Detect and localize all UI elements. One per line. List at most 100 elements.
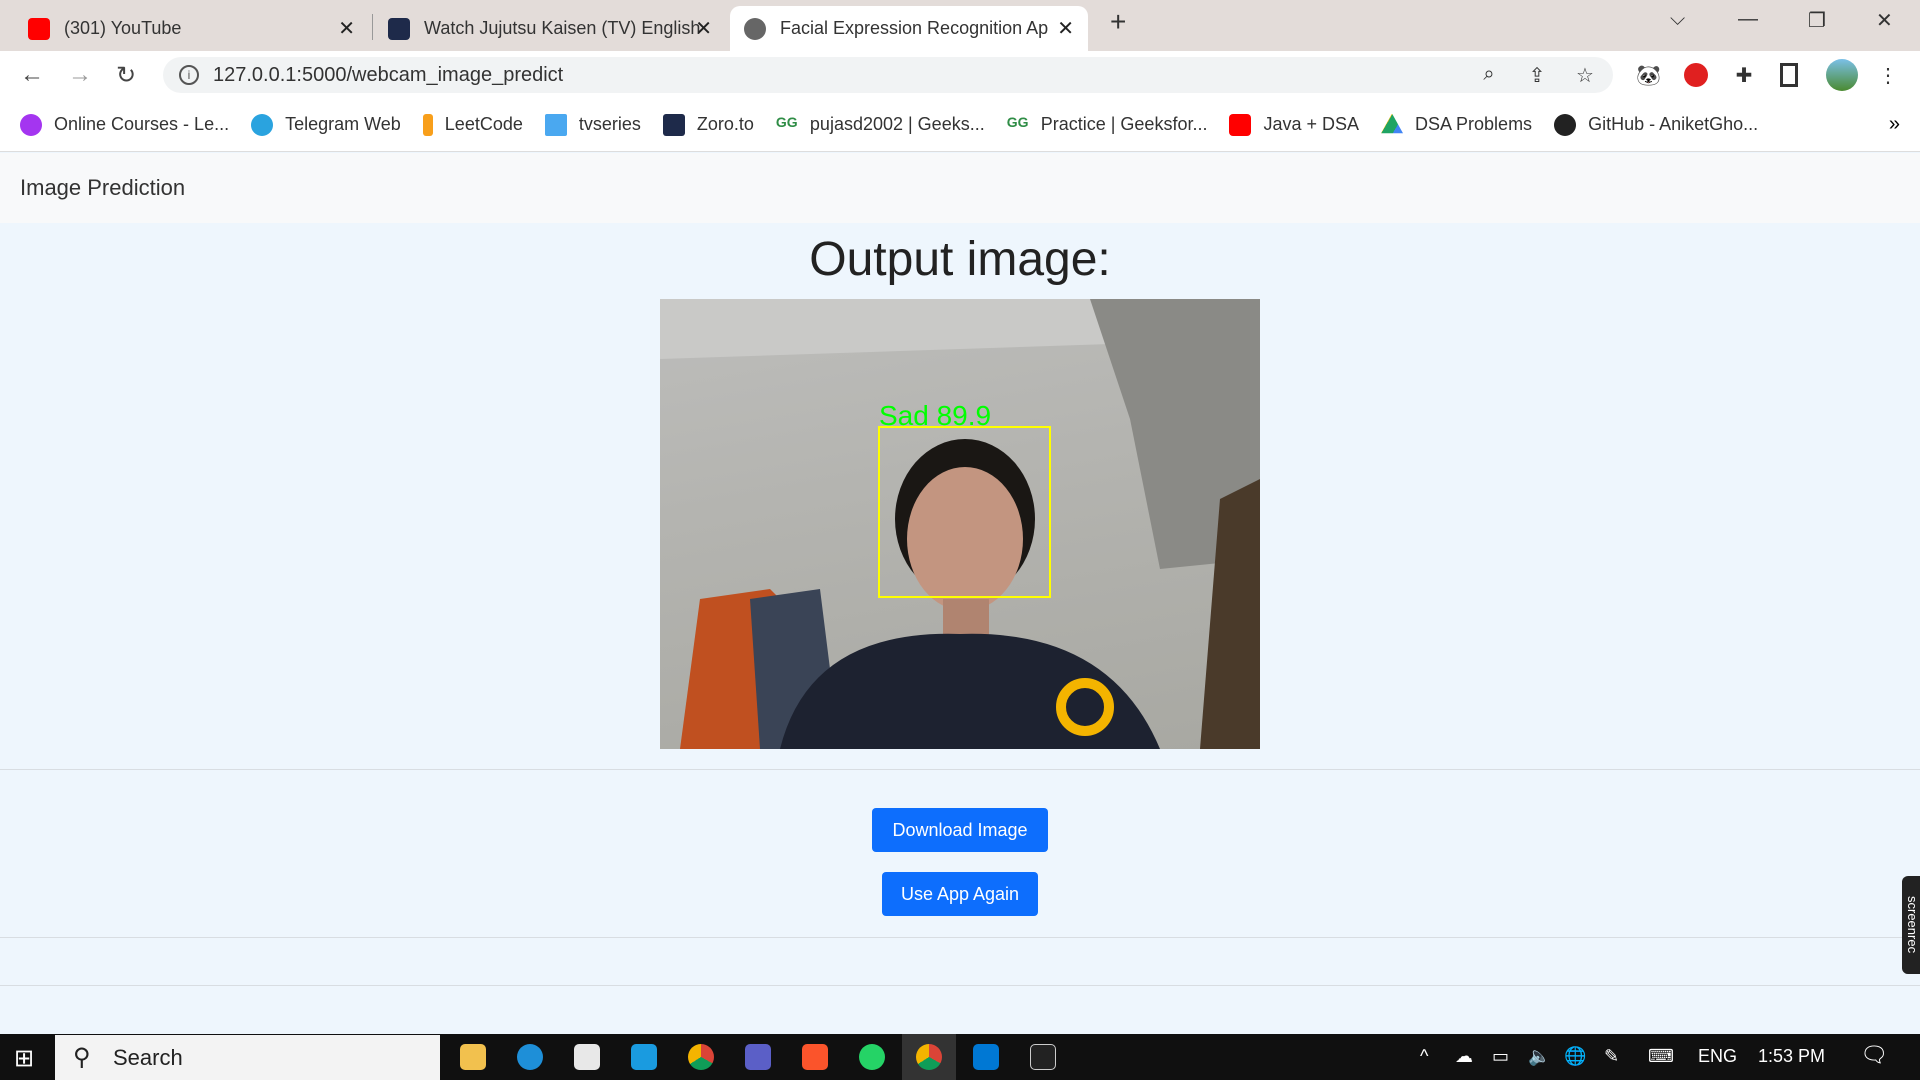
tab-title: (301) YouTube — [64, 18, 182, 38]
zoro-icon — [662, 113, 685, 136]
close-tab-icon[interactable]: ✕ — [695, 16, 712, 41]
address-bar[interactable]: i 127.0.0.1:5000/webcam_image_predict ⌕ … — [163, 57, 1613, 93]
profile-avatar[interactable] — [1826, 59, 1858, 91]
onedrive-icon[interactable]: ☁ — [1455, 1046, 1473, 1067]
github-icon — [1554, 113, 1577, 136]
prediction-label: Sad 89.9 — [879, 400, 991, 431]
menu-icon[interactable]: ⋮ — [1876, 63, 1900, 87]
reload-icon[interactable]: ↻ — [116, 61, 136, 90]
clock[interactable]: 1:53 PM — [1758, 1046, 1825, 1067]
mail-icon[interactable] — [631, 1044, 657, 1070]
tab-facial-expression[interactable]: Facial Expression Recognition Ap ✕ — [730, 6, 1088, 51]
zoro-icon — [388, 17, 410, 40]
divider — [0, 937, 1920, 938]
volume-icon[interactable]: 🔈 — [1528, 1046, 1550, 1067]
taskbar-search[interactable]: ⚲ Search — [55, 1035, 440, 1080]
bookmark[interactable]: GG pujasd2002 | Geeks... — [776, 114, 985, 136]
bookmark-label: pujasd2002 | Geeks... — [809, 114, 985, 134]
bookmark-label: Telegram Web — [285, 114, 401, 134]
new-tab-button[interactable]: + — [1110, 6, 1126, 38]
toolbar: ← → ↻ i 127.0.0.1:5000/webcam_image_pred… — [0, 51, 1920, 98]
bookmarks-bar: Online Courses - Le... Telegram Web Leet… — [0, 98, 1920, 152]
page-title: Output image: — [809, 233, 1111, 286]
leetcode-icon — [422, 113, 433, 136]
bookmark-label: GitHub - AniketGho... — [1588, 114, 1759, 134]
network-icon[interactable]: 🌐 — [1564, 1046, 1586, 1067]
url-text[interactable]: 127.0.0.1:5000/webcam_image_predict — [213, 64, 563, 87]
close-tab-icon[interactable]: ✕ — [1057, 16, 1074, 41]
tab-title: Watch Jujutsu Kaisen (TV) English — [424, 18, 701, 38]
youtube-icon — [28, 17, 50, 40]
edge-icon[interactable] — [517, 1044, 543, 1070]
file-explorer-icon[interactable] — [460, 1044, 486, 1070]
keyboard-icon[interactable]: ⌨ — [1648, 1046, 1674, 1067]
chrome-profile-icon[interactable] — [916, 1044, 942, 1070]
video-icon — [544, 113, 567, 136]
google-drive-icon — [1381, 113, 1404, 134]
divider — [0, 769, 1920, 770]
tab-title: Facial Expression Recognition Ap — [780, 18, 1049, 38]
pen-icon[interactable]: ✎ — [1604, 1046, 1619, 1067]
search-placeholder: Search — [113, 1044, 183, 1070]
panda-extension-icon[interactable]: 🐼 — [1636, 63, 1661, 87]
terminal-icon[interactable] — [1030, 1044, 1056, 1070]
bookmark-label: Practice | Geeksfor... — [1040, 114, 1208, 134]
chrome-icon[interactable] — [688, 1044, 714, 1070]
bookmark[interactable]: GG Practice | Geeksfor... — [1007, 114, 1208, 136]
info-icon[interactable]: i — [179, 65, 199, 85]
store-icon[interactable] — [574, 1044, 600, 1070]
bookmark[interactable]: LeetCode — [422, 113, 523, 136]
geeksforgeeks-icon: GG — [1006, 113, 1029, 130]
bookmark[interactable]: Telegram Web — [251, 113, 401, 136]
use-app-again-button[interactable]: Use App Again — [882, 872, 1038, 916]
bookmark-star-icon[interactable]: ☆ — [1573, 63, 1597, 87]
telegram-icon — [251, 113, 274, 136]
show-hidden-icons[interactable]: ^ — [1420, 1046, 1428, 1067]
udemy-icon — [20, 113, 42, 136]
bookmark-label: LeetCode — [444, 114, 523, 134]
bookmark-label: Java + DSA — [1263, 114, 1360, 134]
bookmark[interactable]: DSA Problems — [1381, 113, 1532, 136]
vscode-icon[interactable] — [973, 1044, 999, 1070]
search-icon: ⚲ — [73, 1044, 91, 1071]
screenrec-widget[interactable]: screenrec — [1902, 876, 1920, 974]
minimize-button[interactable]: — — [1738, 8, 1758, 31]
whatsapp-icon[interactable] — [859, 1044, 885, 1070]
output-image: Sad 89.9 — [660, 299, 1260, 749]
globe-icon — [744, 17, 766, 40]
bookmark[interactable]: Java + DSA — [1229, 113, 1360, 136]
more-bookmarks-button[interactable]: » — [1889, 113, 1900, 136]
bookmark[interactable]: Online Courses - Le... — [20, 113, 230, 136]
side-panel-icon[interactable] — [1780, 63, 1798, 87]
close-tab-icon[interactable]: ✕ — [338, 16, 355, 41]
download-image-button[interactable]: Download Image — [872, 808, 1048, 852]
navbar-brand[interactable]: Image Prediction — [20, 175, 185, 201]
tab-jujutsu[interactable]: Watch Jujutsu Kaisen (TV) English ✕ — [374, 6, 726, 51]
language-indicator[interactable]: ENG — [1698, 1046, 1737, 1067]
taskbar: ⊞ ⚲ Search ^ ☁ ▭ 🔈 🌐 ✎ ⌨ ENG 1:53 PM 🗨 — [0, 1034, 1920, 1080]
tab-youtube[interactable]: (301) YouTube ✕ — [14, 6, 369, 51]
bookmark[interactable]: Zoro.to — [662, 113, 754, 136]
back-icon[interactable]: ← — [20, 61, 44, 89]
tab-search-icon[interactable]: ⌵ — [1670, 8, 1685, 31]
teams-icon[interactable] — [745, 1044, 771, 1070]
windows-start-icon[interactable]: ⊞ — [14, 1044, 34, 1073]
adblock-extension-icon[interactable] — [1684, 63, 1708, 87]
navbar: Image Prediction — [0, 153, 1920, 223]
extensions-icon[interactable]: ✚ — [1732, 63, 1756, 87]
bookmark[interactable]: tvseries — [544, 113, 641, 136]
close-window-button[interactable]: ✕ — [1876, 8, 1893, 33]
webcam-photo: Sad 89.9 — [660, 299, 1260, 749]
bookmark-label: Online Courses - Le... — [54, 114, 230, 134]
notifications-icon[interactable]: 🗨 — [1860, 1042, 1888, 1068]
zoom-icon[interactable]: ⌕ — [1477, 63, 1501, 87]
battery-icon[interactable]: ▭ — [1492, 1046, 1509, 1067]
bookmark-label: tvseries — [578, 114, 641, 134]
bookmark[interactable]: GitHub - AniketGho... — [1554, 113, 1759, 136]
forward-icon[interactable]: → — [68, 61, 92, 89]
divider — [0, 985, 1920, 986]
restore-button[interactable]: ❐ — [1808, 8, 1826, 33]
brave-icon[interactable] — [802, 1044, 828, 1070]
geeksforgeeks-icon: GG — [775, 113, 798, 130]
share-icon[interactable]: ⇪ — [1525, 63, 1549, 87]
